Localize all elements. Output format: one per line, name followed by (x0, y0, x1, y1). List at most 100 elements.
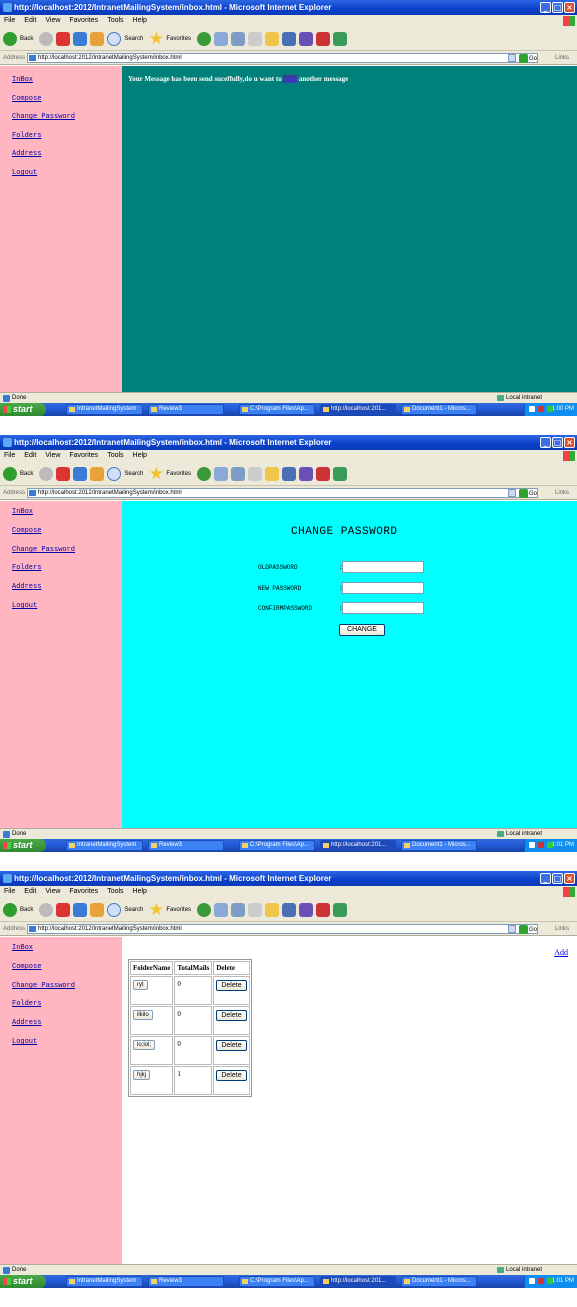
stop-icon[interactable] (56, 902, 71, 917)
task-review3[interactable]: Review3 (148, 1276, 224, 1287)
favorites-label[interactable]: Favorites (166, 36, 191, 42)
address-dropdown-icon[interactable] (508, 925, 516, 933)
word-icon[interactable] (282, 902, 297, 917)
mail-icon[interactable] (214, 31, 229, 46)
refresh-icon[interactable] (73, 31, 88, 46)
menu-file[interactable]: File (4, 450, 15, 462)
menu-view[interactable]: View (45, 450, 60, 462)
nav-logout-link[interactable]: Logout (12, 1038, 37, 1046)
forward-arrow-icon[interactable] (39, 31, 54, 46)
folder-name-button[interactable]: hjkj (133, 1070, 151, 1080)
address-dropdown-icon[interactable] (508, 489, 516, 497)
help-icon[interactable] (529, 1278, 535, 1284)
nav-inbox-link[interactable]: InBox (12, 508, 33, 516)
users-icon[interactable] (333, 31, 348, 46)
search-label[interactable]: Search (124, 471, 143, 477)
change-button[interactable]: CHANGE (339, 624, 385, 636)
help-icon[interactable] (529, 406, 535, 412)
new-password-field[interactable] (342, 582, 424, 594)
menu-help[interactable]: Help (133, 450, 147, 462)
edit-icon[interactable] (248, 902, 263, 917)
back-arrow-icon[interactable] (3, 31, 17, 46)
menu-tools[interactable]: Tools (107, 15, 123, 27)
task-intranet[interactable]: IntranetMailingSystem (66, 1276, 143, 1287)
mail-icon[interactable] (214, 466, 229, 481)
messenger-icon[interactable] (299, 466, 314, 481)
task-review3[interactable]: Review3 (148, 840, 224, 851)
acrobat-icon[interactable] (316, 31, 331, 46)
volume-icon[interactable] (547, 1278, 553, 1284)
history-icon[interactable] (197, 31, 212, 46)
nav-change-password-link[interactable]: Change Password (12, 546, 75, 554)
favorites-label[interactable]: Favorites (166, 907, 191, 913)
volume-icon[interactable] (547, 842, 553, 848)
search-icon[interactable] (107, 902, 122, 917)
back-label[interactable]: Back (20, 907, 33, 913)
refresh-icon[interactable] (73, 466, 88, 481)
messenger-icon[interactable] (299, 31, 314, 46)
back-label[interactable]: Back (20, 471, 33, 477)
network-icon[interactable] (538, 1278, 544, 1284)
folder-icon[interactable] (265, 466, 280, 481)
search-label[interactable]: Search (124, 36, 143, 42)
forward-arrow-icon[interactable] (39, 902, 54, 917)
menu-tools[interactable]: Tools (107, 450, 123, 462)
old-password-field[interactable] (342, 561, 424, 573)
search-icon[interactable] (107, 31, 122, 46)
acrobat-icon[interactable] (316, 902, 331, 917)
nav-change-password-link[interactable]: Change Password (12, 982, 75, 990)
refresh-icon[interactable] (73, 902, 88, 917)
go-button[interactable]: Go (519, 923, 537, 937)
nav-address-link[interactable]: Address (12, 150, 41, 158)
go-button[interactable]: Go (519, 487, 537, 501)
messenger-icon[interactable] (299, 902, 314, 917)
history-icon[interactable] (197, 902, 212, 917)
users-icon[interactable] (333, 902, 348, 917)
address-input[interactable]: http://localhost:2012/IntranetMailingSys… (27, 488, 538, 498)
folder-icon[interactable] (265, 902, 280, 917)
volume-icon[interactable] (547, 406, 553, 412)
favorites-star-icon[interactable] (149, 31, 164, 45)
back-label[interactable]: Back (20, 36, 33, 42)
nav-inbox-link[interactable]: InBox (12, 76, 33, 84)
task-intranet[interactable]: IntranetMailingSystem (66, 840, 143, 851)
acrobat-icon[interactable] (316, 466, 331, 481)
menu-file[interactable]: File (4, 15, 15, 27)
start-button[interactable]: start (0, 403, 46, 416)
nav-inbox-link[interactable]: InBox (12, 944, 33, 952)
menu-favorites[interactable]: Favorites (69, 15, 98, 27)
nav-logout-link[interactable]: Logout (12, 169, 37, 177)
search-label[interactable]: Search (124, 907, 143, 913)
confirm-password-field[interactable] (342, 602, 424, 614)
favorites-label[interactable]: Favorites (166, 471, 191, 477)
task-ie[interactable]: http://localhost:201... (320, 1276, 396, 1287)
close-button[interactable]: × (564, 873, 575, 884)
home-icon[interactable] (90, 466, 105, 481)
menu-edit[interactable]: Edit (24, 15, 36, 27)
links-label[interactable]: Links (555, 51, 569, 65)
maximize-button[interactable]: □ (552, 873, 563, 884)
folder-name-button[interactable]: ryt (133, 980, 148, 990)
folder-name-button[interactable]: ilkilo (133, 1010, 153, 1020)
links-label[interactable]: Links (555, 922, 569, 936)
task-program-files[interactable]: C:\Program Files\Ap... (239, 840, 315, 851)
minimize-button[interactable]: _ (540, 437, 551, 448)
nav-logout-link[interactable]: Logout (12, 602, 37, 610)
menu-help[interactable]: Help (133, 15, 147, 27)
delete-button[interactable]: Delete (216, 1040, 247, 1051)
menu-favorites[interactable]: Favorites (69, 450, 98, 462)
nav-compose-link[interactable]: Compose (12, 963, 41, 971)
folder-icon[interactable] (265, 31, 280, 46)
address-dropdown-icon[interactable] (508, 54, 516, 62)
nav-compose-link[interactable]: Compose (12, 95, 41, 103)
favorites-star-icon[interactable] (149, 466, 164, 480)
send-another-link[interactable]: send (283, 75, 298, 83)
print-icon[interactable] (231, 31, 246, 46)
network-icon[interactable] (538, 406, 544, 412)
menu-help[interactable]: Help (133, 886, 147, 898)
nav-change-password-link[interactable]: Change Password (12, 113, 75, 121)
home-icon[interactable] (90, 31, 105, 46)
maximize-button[interactable]: □ (552, 2, 563, 13)
nav-folders-link[interactable]: Folders (12, 1000, 41, 1008)
menu-tools[interactable]: Tools (107, 886, 123, 898)
